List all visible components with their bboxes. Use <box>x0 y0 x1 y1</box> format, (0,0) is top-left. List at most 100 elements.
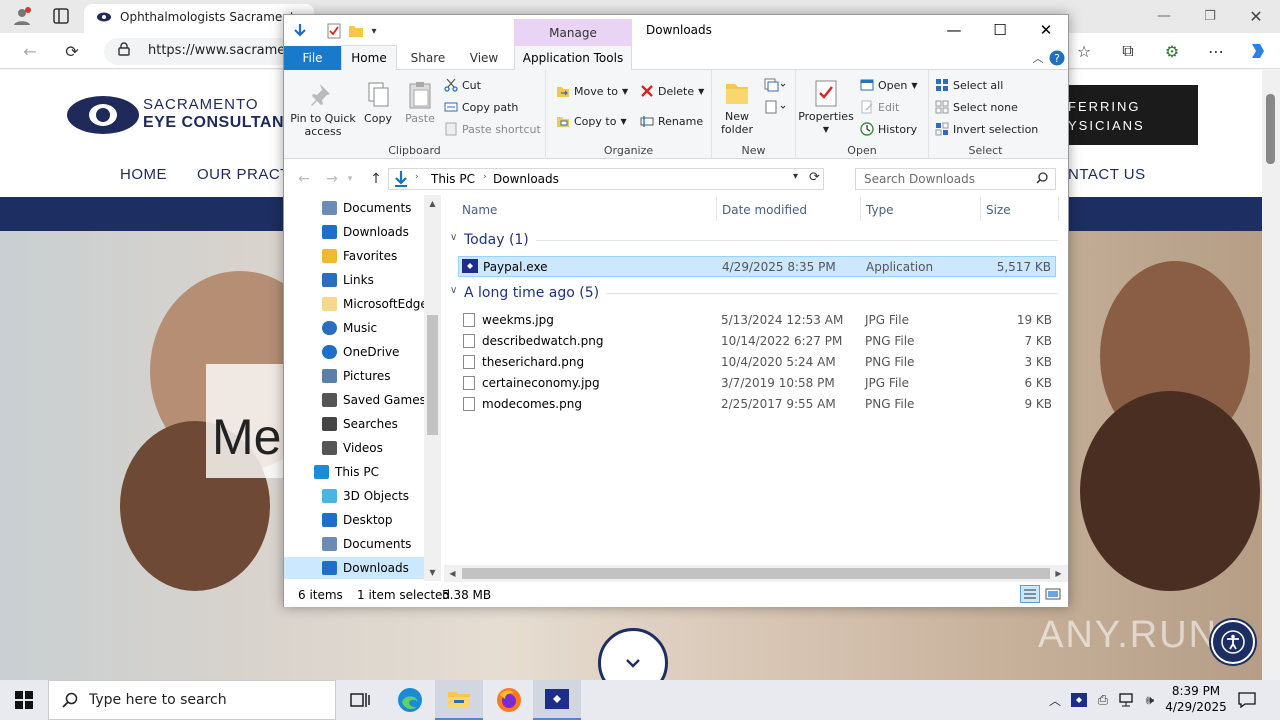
tab-home[interactable]: Home <box>341 45 397 71</box>
task-view-button[interactable] <box>336 680 384 720</box>
site-logo-text[interactable]: SACRAMENTO EYE CONSULTANT <box>143 96 294 132</box>
customize-toolbar-icon[interactable]: ▾ <box>366 21 382 41</box>
column-separator[interactable] <box>716 197 717 221</box>
column-separator[interactable] <box>860 197 861 221</box>
new-folder-quick-icon[interactable] <box>346 21 366 41</box>
quick-access-download-icon[interactable] <box>290 21 310 41</box>
system-clock[interactable]: 8:39 PM 4/29/2025 <box>1162 683 1230 715</box>
help-icon[interactable]: ? <box>1048 49 1066 67</box>
column-separator[interactable] <box>1058 197 1059 221</box>
restore-browser-icon[interactable]: ❐ <box>1198 5 1222 27</box>
nav-item[interactable]: OneDrive <box>322 341 462 363</box>
referring-physicians-button[interactable]: FERRING YSICIANS <box>1048 85 1198 145</box>
details-view-icon[interactable] <box>1020 585 1040 606</box>
recent-locations-icon[interactable]: ▾ <box>344 169 356 189</box>
column-date-modified[interactable]: Date modified <box>722 203 807 217</box>
group-today[interactable]: Today (1) <box>464 232 529 248</box>
tray-device-icon[interactable]: ⎙ <box>1094 690 1112 710</box>
copy-button[interactable]: Copy <box>360 80 396 125</box>
maximize-button[interactable]: ☐ <box>977 15 1023 45</box>
tab-share[interactable]: Share <box>402 46 454 70</box>
tab-active[interactable]: Ophthalmologists Sacramento <box>84 4 314 33</box>
refresh-folder-icon[interactable]: ⟳ <box>809 170 820 185</box>
back-arrow-icon[interactable]: ← <box>294 169 314 189</box>
column-type[interactable]: Type <box>866 203 894 217</box>
page-scrollbar-thumb[interactable] <box>1266 94 1275 164</box>
file-row[interactable]: weekms.jpg 5/13/2024 12:53 AM JPG File 1… <box>458 310 1056 331</box>
favorites-icon[interactable]: ⧉ <box>1116 39 1140 63</box>
cut-button[interactable]: Cut <box>444 78 481 92</box>
nav-pane-scrollbar[interactable]: ▲ ▼ <box>424 195 441 581</box>
copy-path-button[interactable]: Copy path <box>444 100 518 114</box>
nav-item[interactable]: MicrosoftEdge <box>322 293 462 315</box>
page-scrollbar[interactable] <box>1262 70 1280 680</box>
nav-item[interactable]: Videos <box>322 437 462 459</box>
file-row[interactable]: modecomes.png 2/25/2017 9:55 AM PNG File… <box>458 394 1056 415</box>
file-row-paypal[interactable]: Paypal.exe 4/29/2025 8:35 PM Application… <box>458 256 1056 277</box>
nav-item[interactable]: Documents <box>322 197 462 219</box>
large-icons-view-icon[interactable] <box>1044 585 1062 606</box>
accessibility-button[interactable] <box>1211 620 1255 664</box>
file-row[interactable]: describedwatch.png 10/14/2022 6:27 PM PN… <box>458 331 1056 352</box>
close-button[interactable]: ✕ <box>1023 15 1069 45</box>
favorite-star-icon[interactable]: ☆ <box>1072 39 1096 63</box>
group-long-ago[interactable]: A long time ago (5) <box>464 285 599 301</box>
nav-item[interactable]: Searches <box>322 413 462 435</box>
address-dropdown-icon[interactable]: ▾ <box>793 171 798 182</box>
new-item-icon[interactable] <box>762 76 788 94</box>
group-collapse-icon[interactable]: ∨ <box>450 232 457 243</box>
tray-app-icon[interactable] <box>1070 690 1088 710</box>
pin-quick-access-button[interactable]: Pin to Quick access <box>290 80 356 138</box>
nav-item[interactable]: Saved Games <box>322 389 462 411</box>
scroll-left-icon[interactable]: ◀ <box>446 567 459 580</box>
tab-file[interactable]: File <box>284 46 341 70</box>
network-icon[interactable] <box>1117 690 1135 710</box>
notifications-icon[interactable] <box>1236 689 1258 711</box>
nav-contact-us[interactable]: NTACT US <box>1068 166 1146 183</box>
file-row[interactable]: certaineconomy.jpg 3/7/2019 10:58 PM JPG… <box>458 373 1056 394</box>
scroll-down-icon[interactable]: ▼ <box>426 566 439 579</box>
new-folder-button[interactable]: New folder <box>716 78 758 136</box>
start-button[interactable] <box>0 680 48 720</box>
nav-our-practice[interactable]: OUR PRACT <box>197 166 290 183</box>
nav-item[interactable]: Favorites <box>322 245 462 267</box>
refresh-icon[interactable]: ⟳ <box>60 39 84 63</box>
rename-button[interactable]: Rename <box>640 114 703 128</box>
taskbar-file-explorer[interactable] <box>435 680 483 720</box>
nav-item[interactable]: Downloads <box>322 221 462 243</box>
paste-shortcut-button[interactable]: Paste shortcut <box>444 122 541 136</box>
forward-arrow-icon[interactable]: → <box>322 169 342 189</box>
invert-selection-button[interactable]: Invert selection <box>935 122 1038 136</box>
profile-icon[interactable] <box>10 5 34 27</box>
open-button[interactable]: Open ▼ <box>860 78 918 92</box>
group-collapse-icon[interactable]: ∨ <box>450 285 457 296</box>
nav-item[interactable]: Documents <box>322 533 462 555</box>
taskbar-firefox[interactable] <box>485 680 533 720</box>
taskbar-edge[interactable] <box>386 680 434 720</box>
nav-item[interactable]: Desktop <box>322 509 462 531</box>
minimize-browser-icon[interactable]: — <box>1152 5 1176 27</box>
file-list-hscrollbar[interactable]: ◀ ▶ <box>444 565 1068 582</box>
scroll-right-icon[interactable]: ▶ <box>1052 567 1065 580</box>
taskbar-paypal-app[interactable] <box>533 680 581 720</box>
volume-icon[interactable]: 🕪 <box>1141 690 1159 710</box>
select-none-button[interactable]: Select none <box>935 100 1018 114</box>
tab-application-tools[interactable]: Application Tools <box>514 46 632 70</box>
scroll-up-icon[interactable]: ▲ <box>426 197 439 210</box>
edit-button[interactable]: Edit <box>860 100 899 114</box>
back-icon[interactable]: ← <box>18 39 42 63</box>
taskbar-search-input[interactable]: Type here to search <box>48 680 336 720</box>
move-to-button[interactable]: Move to ▼ <box>556 84 628 98</box>
copy-to-button[interactable]: Copy to ▼ <box>556 114 627 128</box>
column-separator[interactable] <box>980 197 981 221</box>
delete-button[interactable]: Delete ▼ <box>640 84 704 98</box>
easy-access-icon[interactable] <box>762 98 788 116</box>
close-browser-icon[interactable]: ✕ <box>1244 5 1268 27</box>
nav-item[interactable]: Pictures <box>322 365 462 387</box>
minimize-button[interactable]: — <box>931 15 977 45</box>
paste-button[interactable]: Paste <box>402 80 438 125</box>
more-icon[interactable]: ⋯ <box>1204 39 1228 63</box>
breadcrumb-this-pc[interactable]: This PC <box>431 172 475 186</box>
select-all-button[interactable]: Select all <box>935 78 1003 92</box>
nav-pane-scroll-thumb[interactable] <box>427 315 438 435</box>
